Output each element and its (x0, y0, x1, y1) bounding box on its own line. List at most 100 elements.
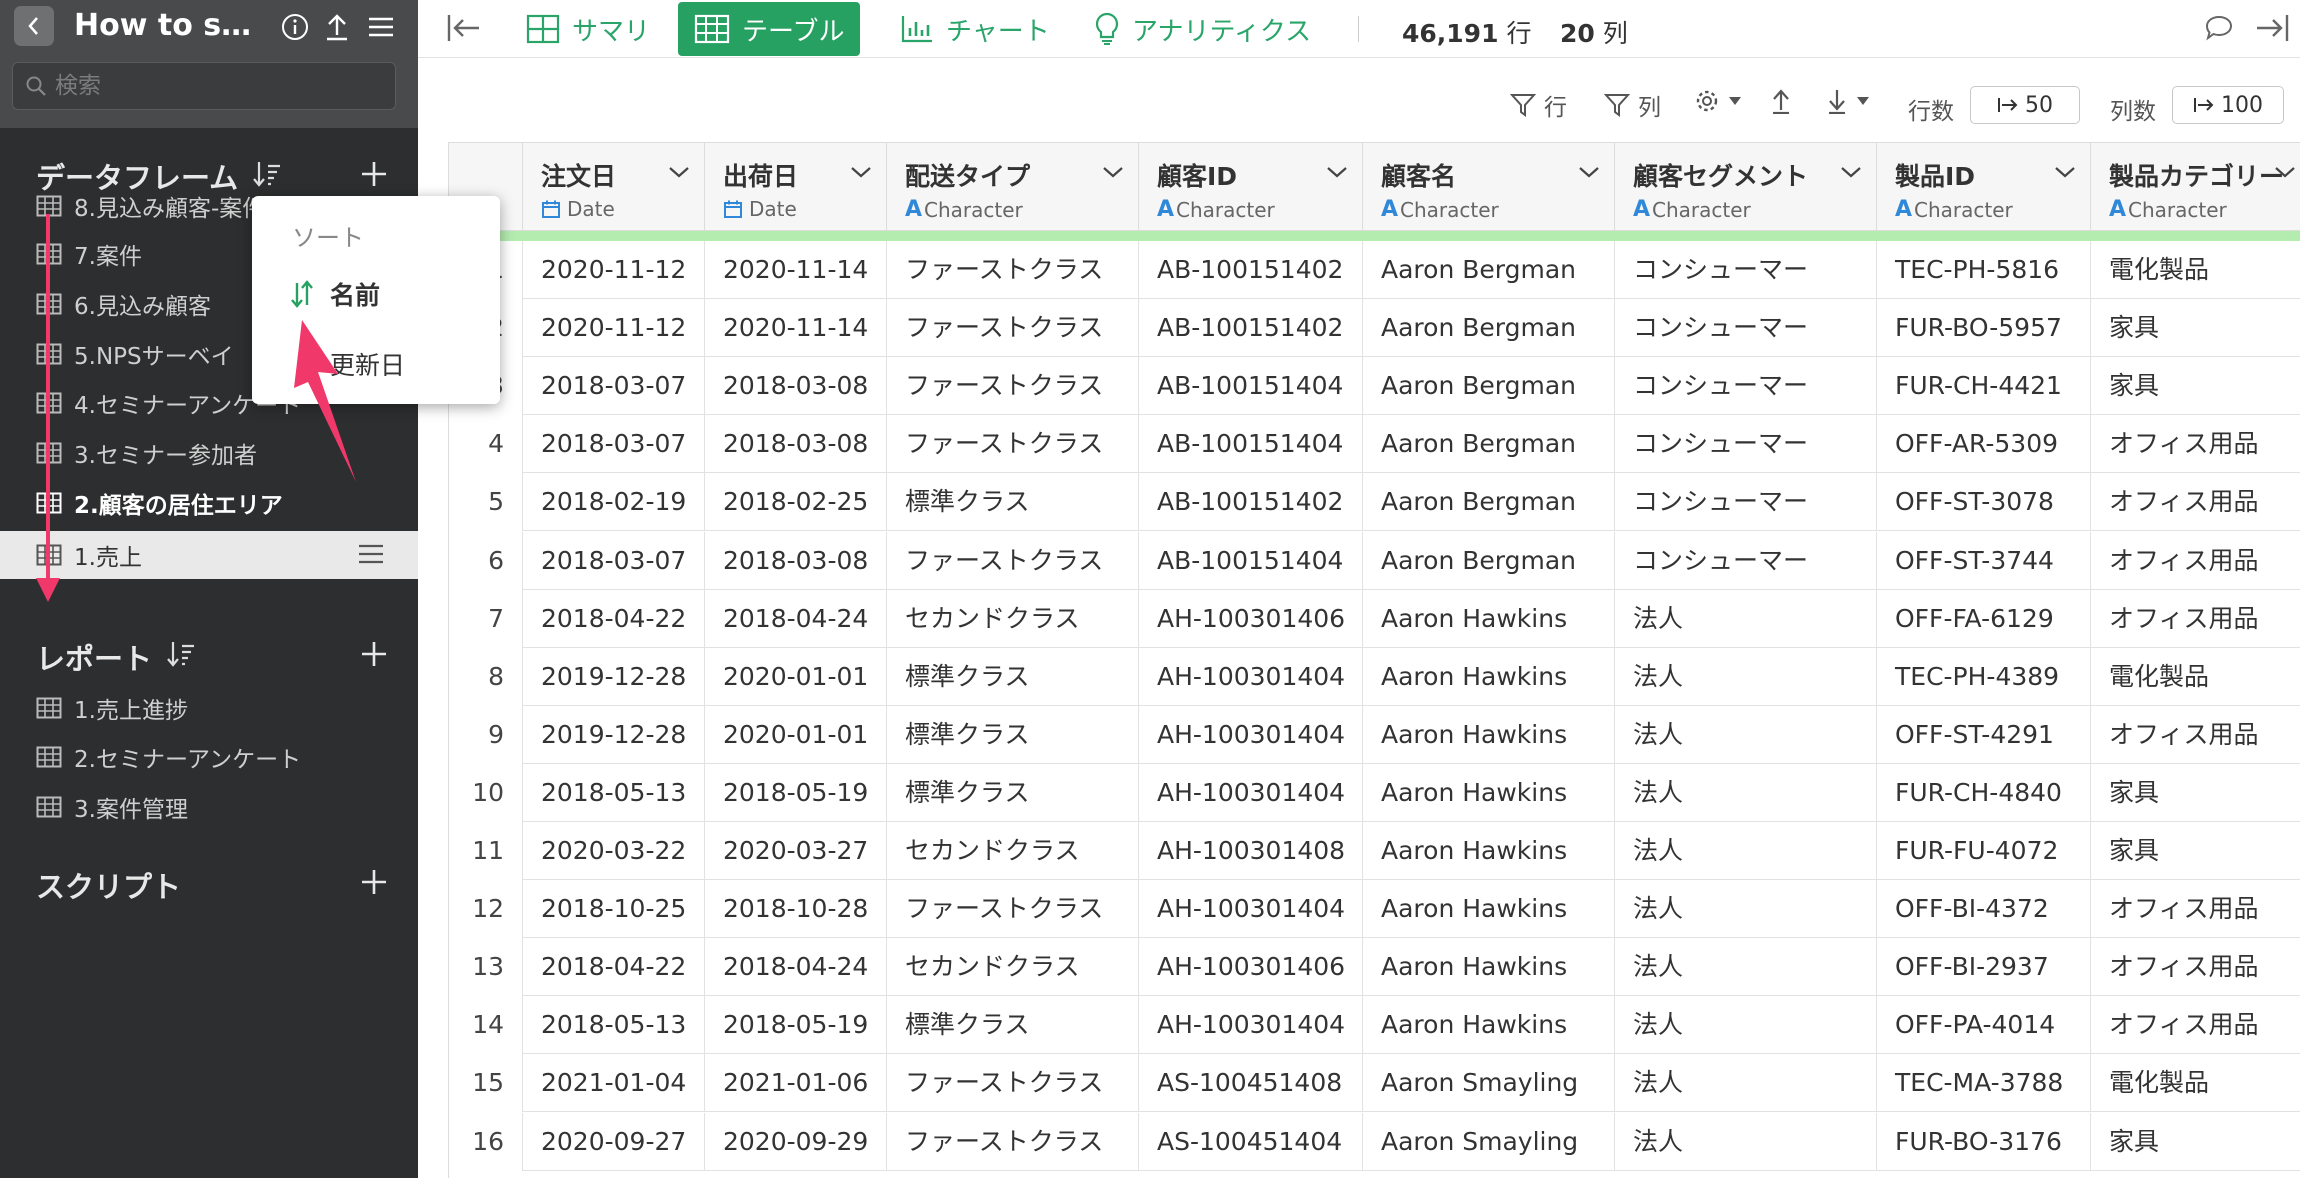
table-cell: 2018-03-07 (523, 531, 705, 590)
sidebar-item-label: 5.NPSサーベイ (74, 344, 234, 370)
table-cell: オフィス用品 (2091, 532, 2300, 590)
table-cell: AB-100151402 (1139, 241, 1363, 299)
sidebar-item-report[interactable]: 2.セミナーアンケート (0, 733, 418, 781)
search-input[interactable] (55, 69, 375, 103)
sort-icon[interactable] (166, 640, 196, 668)
table-icon (36, 442, 62, 464)
table-cell: 2018-03-08 (705, 415, 887, 474)
column-header[interactable]: 配送タイプ A Character (887, 143, 1139, 231)
tab-table[interactable]: テーブル (678, 2, 861, 56)
sidebar-item-dataframe[interactable]: 1.売上 (0, 531, 418, 579)
column-name: 顧客セグメント (1633, 162, 1809, 191)
hamburger-icon[interactable] (358, 543, 384, 565)
add-script-button[interactable] (356, 864, 392, 900)
chevron-down-icon[interactable] (668, 165, 690, 179)
plus-icon (362, 870, 386, 894)
table-cell: 法人 (1615, 1054, 1877, 1113)
table-row[interactable]: 14 2018-05-13 2018-05-19 標準クラス AH-100301404 A… (449, 996, 2300, 1055)
tab-label: アナリティクス (1132, 16, 1312, 47)
chevron-down-icon[interactable] (2274, 165, 2296, 179)
column-type: Date (541, 197, 615, 221)
table-row[interactable]: 8 2019-12-28 2020-01-01 標準クラス AH-100301404 Aa… (449, 647, 2300, 706)
sidebar-item-dataframe[interactable]: 3.セミナー参加者 (0, 429, 418, 477)
sidebar-item-dataframe[interactable]: 2.顧客の居住エリア (0, 479, 418, 527)
table-row[interactable]: 12 2018-10-25 2018-10-28 ファーストクラス AH-1003014… (449, 880, 2300, 939)
table-cell: TEC-PH-5816 (1877, 241, 2091, 299)
chevron-down-icon[interactable] (1578, 165, 1600, 179)
row-limit-input[interactable]: 50 (1970, 86, 2080, 124)
table-cell: Aaron Bergman (1363, 473, 1615, 532)
chevron-down-icon[interactable] (850, 165, 872, 179)
table-cell: オフィス用品 (2091, 706, 2300, 764)
tab-summary[interactable]: サマリ (510, 2, 666, 56)
column-filter-button[interactable]: 列 (1604, 88, 1661, 122)
chart-icon (901, 16, 932, 43)
column-limit-value: 100 (2221, 92, 2263, 118)
column-header[interactable]: 出荷日 Date (705, 143, 887, 231)
tab-analytics[interactable]: アナリティクス (1078, 2, 1327, 56)
table-row[interactable]: 9 2019-12-28 2020-01-01 標準クラス AH-100301404 Aa… (449, 705, 2300, 764)
menu-button[interactable] (364, 10, 398, 44)
table-row[interactable]: 12020-11-122020-11-14ファーストクラスAB-10015140… (449, 241, 2300, 299)
table-row[interactable]: 7 2018-04-22 2018-04-24 セカンドクラス AH-100301406… (449, 589, 2300, 648)
column-limit-input[interactable]: 100 (2172, 86, 2284, 124)
row-filter-button[interactable]: 行 (1510, 88, 1567, 122)
import-dropdown[interactable] (1826, 88, 1878, 114)
comment-icon[interactable] (2204, 14, 2234, 42)
table-row[interactable]: 11 2020-03-22 2020-03-27 セカンドクラス AH-10030140… (449, 822, 2300, 880)
table-cell: 標準クラス (887, 705, 1139, 764)
column-header[interactable]: 製品カテゴリー A Character (2091, 143, 2300, 231)
info-button[interactable] (278, 10, 312, 44)
table-cell: 法人 (1615, 1112, 1877, 1171)
column-type-label: Character (1652, 197, 1751, 222)
table-cell: 標準クラス (887, 473, 1139, 532)
column-header[interactable]: 顧客名 A Character (1363, 143, 1615, 231)
tab-chart[interactable]: チャート (884, 2, 1066, 56)
table-icon (36, 492, 62, 514)
sidebar-item-report[interactable]: 3.案件管理 (0, 783, 418, 831)
table-cell: 電化製品 (2091, 241, 2300, 299)
table-row[interactable]: 32018-03-072018-03-08ファーストクラスAB-10015140… (449, 357, 2300, 416)
table-row[interactable]: 4 2018-03-07 2018-03-08 ファーストクラス AB-10015140… (449, 415, 2300, 474)
row-number: 16 (449, 1112, 523, 1171)
chevron-down-icon[interactable] (1326, 165, 1348, 179)
add-report-button[interactable] (356, 636, 392, 672)
column-type-label: Character (1176, 197, 1275, 222)
table-cell: 家具 (2091, 1113, 2300, 1171)
column-header[interactable]: 注文日 Date (523, 143, 705, 231)
chevron-down-icon[interactable] (2054, 165, 2076, 179)
table-cell: OFF-AR-5309 (1877, 415, 2091, 474)
table-row[interactable]: 6 2018-03-07 2018-03-08 ファーストクラス AB-10015140… (449, 531, 2300, 590)
column-header[interactable]: 顧客ID A Character (1139, 143, 1363, 231)
table-cell: ファーストクラス (887, 415, 1139, 474)
table-row[interactable]: 22020-11-122020-11-14ファーストクラスAB-10015140… (449, 299, 2300, 358)
divider (1358, 16, 1359, 42)
table-cell: OFF-ST-3078 (1877, 473, 2091, 532)
table-cell: 2018-03-07 (523, 357, 705, 416)
table-row[interactable]: 13 2018-04-22 2018-04-24 セカンドクラス AH-10030140… (449, 938, 2300, 997)
table-cell: 2019-12-28 (523, 647, 705, 706)
column-header[interactable]: 製品ID A Character (1877, 143, 2091, 231)
back-button[interactable] (14, 6, 54, 46)
collapse-sidebar-icon[interactable] (446, 12, 482, 44)
chevron-down-icon[interactable] (1102, 165, 1124, 179)
sidebar-item-report[interactable]: 1.売上進捗 (0, 684, 418, 732)
search-field[interactable] (12, 62, 396, 110)
settings-dropdown[interactable] (1694, 88, 1750, 114)
table-cell: Aaron Bergman (1363, 415, 1615, 474)
table-cell: 2020-01-01 (705, 647, 887, 706)
chevron-down-icon[interactable] (1840, 165, 1862, 179)
table-row[interactable]: 5 2018-02-19 2018-02-25 標準クラス AB-100151402 Aa… (449, 473, 2300, 532)
export-button[interactable] (1770, 88, 1800, 114)
sidebar-item-label: 7.案件 (74, 244, 142, 270)
sort-by-name-option[interactable]: 名前 (290, 276, 380, 312)
table-row[interactable]: 10 2018-05-13 2018-05-19 標準クラス AH-100301404 A… (449, 763, 2300, 822)
table-row[interactable]: 15 2021-01-04 2021-01-06 ファーストクラス AS-1004514… (449, 1054, 2300, 1113)
sort-by-updated-option[interactable]: 更新日 (330, 346, 405, 382)
table-row[interactable]: 16 2020-09-27 2020-09-29 ファーストクラス AS-1004514… (449, 1112, 2300, 1171)
column-header[interactable]: 顧客セグメント A Character (1615, 143, 1877, 231)
sidebar-item-label: 2.顧客の居住エリア (74, 493, 283, 519)
expand-panel-icon[interactable] (2254, 12, 2290, 44)
upload-button[interactable] (320, 10, 354, 44)
table-cell: 2020-11-12 (523, 299, 705, 358)
